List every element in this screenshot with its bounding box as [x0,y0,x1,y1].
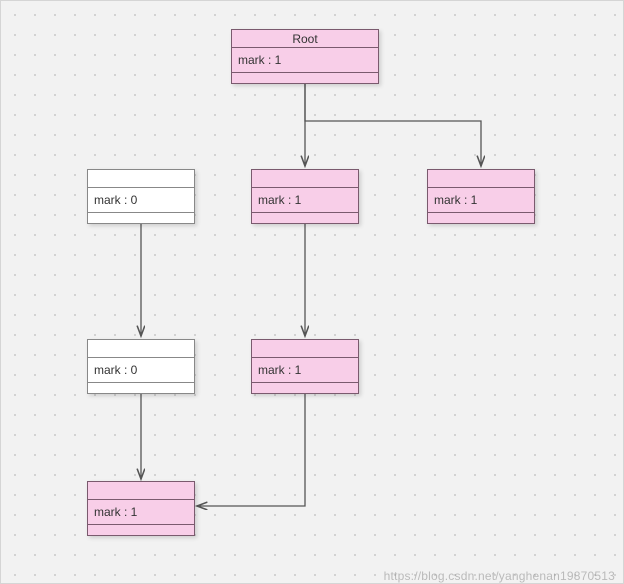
node-n6[interactable]: mark : 1 [87,481,195,536]
node-n5-ops [88,383,194,393]
node-n2[interactable]: mark : 1 [427,169,535,224]
node-root-title: Root [232,30,378,48]
node-n4-title [252,340,358,358]
node-n3-ops [88,213,194,223]
node-n6-attr: mark : 1 [88,500,194,525]
node-n6-ops [88,525,194,535]
watermark-text: https://blog.csdn.net/yanghenan19870513 [384,569,615,583]
node-n3[interactable]: mark : 0 [87,169,195,224]
diagram-canvas: Root mark : 1 mark : 1 mark : 1 mark : 0… [0,0,624,584]
node-n2-title [428,170,534,188]
node-n5-attr: mark : 0 [88,358,194,383]
node-n1-attr: mark : 1 [252,188,358,213]
node-n3-title [88,170,194,188]
edge-n4-n6 [197,389,305,506]
node-root-ops [232,73,378,83]
node-n1-title [252,170,358,188]
node-root-attr: mark : 1 [232,48,378,73]
node-n4-attr: mark : 1 [252,358,358,383]
node-n4-ops [252,383,358,393]
node-n5[interactable]: mark : 0 [87,339,195,394]
node-n1-ops [252,213,358,223]
node-n1[interactable]: mark : 1 [251,169,359,224]
edge-root-n2 [305,83,481,166]
node-n5-title [88,340,194,358]
node-root[interactable]: Root mark : 1 [231,29,379,84]
node-n2-attr: mark : 1 [428,188,534,213]
node-n6-title [88,482,194,500]
node-n2-ops [428,213,534,223]
node-n3-attr: mark : 0 [88,188,194,213]
node-n4[interactable]: mark : 1 [251,339,359,394]
